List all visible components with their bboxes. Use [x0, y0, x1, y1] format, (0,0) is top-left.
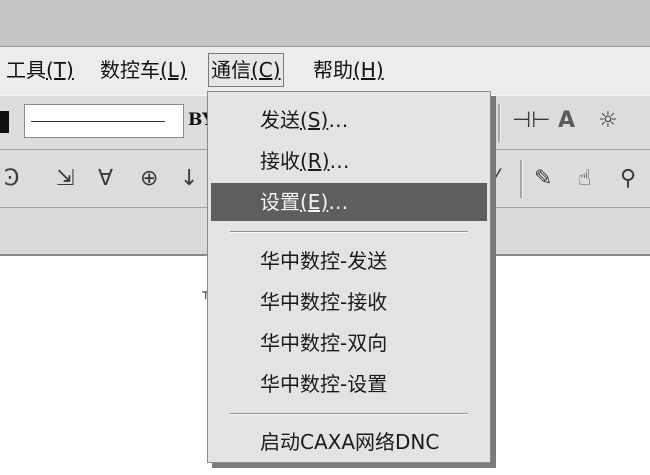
menu-item-huazhong-receive[interactable]: 华中数控-接收 [208, 283, 490, 321]
text-a-icon[interactable]: A [558, 108, 575, 134]
menu-communication[interactable]: 通信(C) [208, 53, 284, 87]
color-swatch[interactable] [0, 111, 9, 133]
window-top-strip [0, 0, 650, 46]
menu-item-launch-caxa-dnc[interactable]: 启动CAXA网络DNC [208, 423, 490, 461]
menu-communication-label: 通信 [211, 58, 251, 82]
menu-separator [230, 231, 468, 233]
menu-item-receive[interactable]: 接收(R)… [208, 142, 490, 180]
curve-tool-icon[interactable]: Ͽ [4, 166, 19, 192]
menu-bar: 工具(T) 数控车(L) 通信(C) 帮助(H) [0, 46, 650, 95]
toolbar-separator [498, 104, 501, 142]
menu-item-settings-ellipsis: … [328, 190, 349, 214]
globe-icon[interactable]: ⊕ [140, 166, 158, 192]
menu-item-settings-mnemonic: (E) [300, 190, 329, 214]
menu-item-receive-mnemonic: (R) [300, 149, 330, 173]
menu-cnc-lathe-mnemonic: (L) [160, 58, 187, 82]
menu-separator [230, 413, 468, 415]
menu-help-mnemonic: (H) [353, 58, 384, 82]
text-style-icon[interactable]: ☼ [598, 108, 618, 134]
toolbar-separator [520, 160, 523, 198]
slash-icon[interactable]: ⁄ [494, 166, 498, 192]
pen-icon[interactable]: ✎ [534, 166, 552, 192]
menu-item-receive-ellipsis: … [329, 149, 350, 173]
menu-communication-mnemonic: (C) [251, 58, 281, 82]
menu-item-huazhong-send[interactable]: 华中数控-发送 [208, 242, 490, 280]
menu-tools[interactable]: 工具(T) [6, 55, 74, 85]
menu-item-settings-label: 设置 [260, 190, 300, 214]
menu-item-huazhong-settings[interactable]: 华中数控-设置 [208, 365, 490, 403]
menu-item-send-label: 发送 [260, 108, 300, 132]
menu-help-label: 帮助 [313, 58, 353, 82]
menu-item-huazhong-bidirectional[interactable]: 华中数控-双向 [208, 324, 490, 362]
menu-tools-label: 工具 [6, 58, 46, 82]
point-b-icon[interactable]: ⇲ [56, 166, 74, 192]
menu-help[interactable]: 帮助(H) [313, 55, 384, 85]
menu-item-receive-label: 接收 [260, 149, 300, 173]
menu-item-send-ellipsis: … [328, 108, 349, 132]
menu-item-send[interactable]: 发送(S)… [208, 101, 490, 139]
menu-item-settings[interactable]: 设置(E)… [211, 183, 487, 221]
dimension-icon[interactable]: ⊣⊢ [512, 108, 550, 134]
zoom-icon[interactable]: ⚲ [620, 166, 636, 192]
communication-dropdown-menu: 发送(S)… 接收(R)… 设置(E)… 华中数控-发送 华中数控-接收 华中数… [207, 91, 491, 463]
menu-tools-mnemonic: (T) [46, 58, 74, 82]
menu-item-send-mnemonic: (S) [300, 108, 329, 132]
menu-cnc-lathe-label: 数控车 [100, 58, 160, 82]
linetype-select[interactable] [24, 104, 184, 138]
menu-cnc-lathe[interactable]: 数控车(L) [100, 55, 187, 85]
arrow-down-icon[interactable]: ↓ [180, 166, 198, 192]
hand-pointer-icon[interactable]: ☝ [578, 166, 591, 192]
linetype-preview [31, 121, 165, 122]
vertex-icon[interactable]: ∀ [98, 166, 113, 192]
